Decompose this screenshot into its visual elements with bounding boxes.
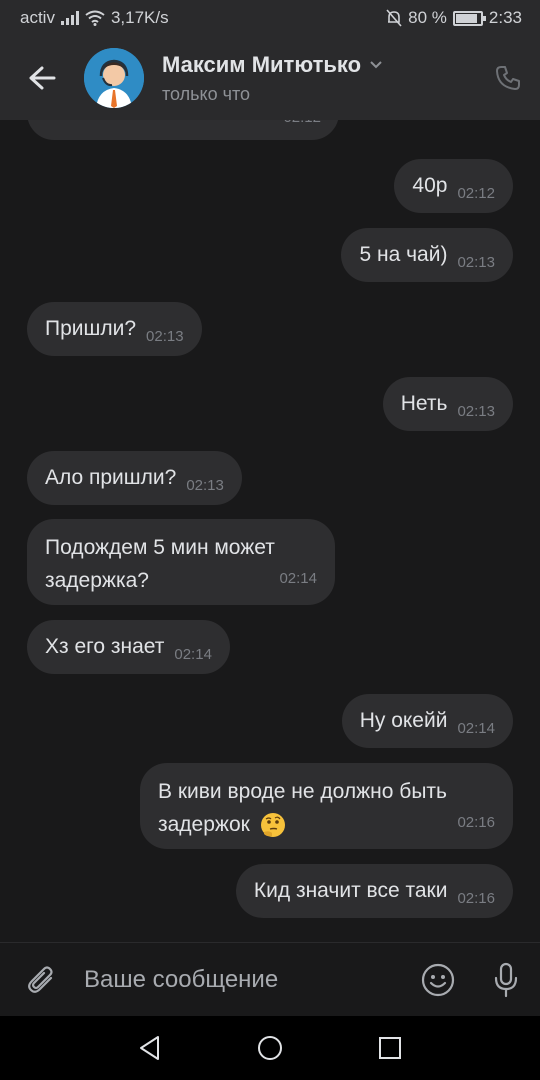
- recents-square-icon: [379, 1037, 401, 1059]
- battery-percent: 80 %: [408, 8, 447, 27]
- call-button[interactable]: [476, 36, 540, 120]
- contact-status: только что: [162, 83, 251, 104]
- wifi-icon: [85, 10, 105, 26]
- message-text: 5 на чай): [359, 243, 448, 266]
- message-time: 02:14: [457, 720, 495, 737]
- smiley-icon: [421, 963, 455, 996]
- back-arrow-icon: [29, 66, 56, 90]
- battery-icon: [452, 10, 486, 26]
- nav-recents-button[interactable]: [370, 1028, 410, 1068]
- message-text-line: В киви вроде не должно быть: [158, 780, 447, 803]
- android-nav-bar: [0, 1016, 540, 1080]
- chat-header: Максим Митютько только что: [0, 36, 540, 120]
- network-speed: 3,17K/s: [110, 8, 169, 27]
- message-bubble-outgoing[interactable]: 40р 02:12: [394, 159, 513, 213]
- thinking-face-emoji: [260, 813, 285, 838]
- status-right: 80 % 2:33: [386, 8, 522, 28]
- message-time: 02:14: [174, 646, 212, 663]
- message-time: 02:14: [279, 570, 317, 587]
- message-text: 40р: [412, 174, 448, 197]
- paperclip-icon: [28, 965, 53, 993]
- message-bubble-incoming[interactable]: … 02:12: [27, 120, 339, 140]
- microphone-icon: [494, 962, 518, 997]
- message-time: 02:16: [457, 890, 495, 907]
- message-text: Хз его знает: [45, 635, 165, 658]
- message-input-bar: Ваше сообщение: [0, 942, 540, 1016]
- back-button[interactable]: [0, 36, 84, 120]
- message-text: Ну окейй: [359, 709, 448, 732]
- phone-icon: [496, 66, 520, 90]
- message-text-line: задержок: [158, 813, 250, 836]
- attach-button[interactable]: [0, 943, 84, 1017]
- signal-icon: [60, 11, 79, 25]
- back-triangle-icon: [140, 1036, 159, 1060]
- home-circle-icon: [258, 1036, 282, 1060]
- message-text-line: Подождем 5 мин может: [45, 536, 275, 559]
- message-time: 02:13: [146, 328, 184, 345]
- message-input[interactable]: Ваше сообщение: [84, 966, 404, 994]
- message-text-line: задержка?: [45, 569, 149, 592]
- message-list[interactable]: … 02:12 40р 02:12 5 на чай) 02:13 Пришли? 0…: [0, 120, 540, 942]
- message-text: Пришли?: [45, 317, 137, 340]
- avatar[interactable]: [84, 48, 144, 108]
- message-time: 02:13: [457, 254, 495, 271]
- status-left: activ 3,17K/s: [20, 8, 169, 28]
- message-time: 02:13: [186, 477, 224, 494]
- nav-home-button[interactable]: [250, 1028, 290, 1068]
- contact-name-row: Максим Митютько: [162, 52, 476, 78]
- message-bubble-incoming[interactable]: Подождем 5 мин может задержка? 02:14: [27, 519, 335, 605]
- message-text-line-2: задержок: [158, 808, 495, 841]
- message-bubble-outgoing[interactable]: 5 на чай) 02:13: [341, 228, 513, 282]
- message-time: 02:16: [457, 814, 495, 831]
- message-bubble-incoming[interactable]: Ало пришли? 02:13: [27, 451, 242, 505]
- message-bubble-incoming[interactable]: Хз его знает 02:14: [27, 620, 230, 674]
- message-text: Ало пришли?: [45, 466, 177, 489]
- title-block[interactable]: Максим Митютько только что: [162, 52, 476, 105]
- emoji-button[interactable]: [404, 943, 472, 1017]
- person-avatar-icon: [84, 48, 144, 108]
- message-time: 02:12: [457, 185, 495, 202]
- mute-bell-icon: [386, 9, 402, 27]
- chevron-down-icon: [370, 60, 382, 68]
- message-time: 02:13: [457, 403, 495, 420]
- mic-button[interactable]: [472, 943, 540, 1017]
- clock: 2:33: [488, 8, 522, 27]
- contact-name: Максим Митютько: [162, 51, 362, 77]
- status-bar: activ 3,17K/s 80 % 2:33: [0, 0, 540, 36]
- carrier-label: activ: [20, 8, 55, 27]
- message-bubble-outgoing[interactable]: Ну окейй 02:14: [341, 694, 513, 748]
- message-bubble-outgoing[interactable]: Неть 02:13: [382, 377, 513, 431]
- message-text: Неть: [400, 392, 448, 415]
- message-text: Кид значит все таки: [253, 879, 448, 902]
- message-bubble-incoming[interactable]: Пришли? 02:13: [27, 302, 202, 356]
- nav-back-button[interactable]: [130, 1028, 170, 1068]
- message-bubble-outgoing[interactable]: В киви вроде не должно быть задержок 02:…: [140, 763, 513, 849]
- message-bubble-outgoing[interactable]: Кид значит все таки 02:16: [235, 864, 513, 918]
- message-time: 02:12: [283, 120, 321, 134]
